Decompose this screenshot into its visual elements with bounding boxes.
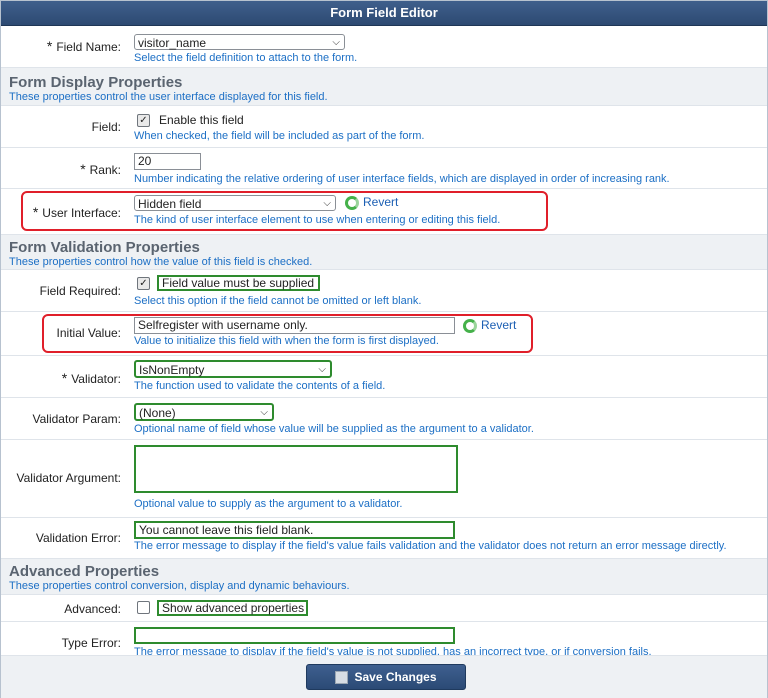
display-section: Form Display Properties These properties… (1, 68, 767, 106)
enable-field-checkbox[interactable]: ✓ (137, 114, 150, 127)
field-name-label: Field Name: (56, 40, 121, 54)
field-row: Field: ✓ Enable this field When checked,… (1, 106, 767, 148)
field-required-row: Field Required: ✓ Field value must be su… (1, 270, 767, 312)
type-error-label: Type Error: (61, 636, 121, 650)
validation-section-title: Form Validation Properties (9, 239, 200, 256)
advanced-section-desc: These properties control conversion, dis… (9, 580, 350, 592)
required-star: * (61, 370, 68, 386)
field-required-checkbox-label: Field value must be supplied (157, 275, 320, 291)
initial-value-help: Value to initialize this field with when… (134, 335, 439, 347)
revert-icon (463, 318, 477, 333)
advanced-section-title: Advanced Properties (9, 563, 160, 580)
save-changes-button[interactable]: Save Changes (306, 664, 466, 690)
advanced-section: Advanced Properties These properties con… (1, 559, 767, 595)
advanced-checkbox-label: Show advanced properties (157, 600, 308, 616)
validation-error-label: Validation Error: (35, 531, 121, 545)
field-name-help: Select the field definition to attach to… (134, 52, 358, 64)
validator-param-row: Validator Param: (None) ⌵ Optional name o… (1, 398, 767, 440)
form-field-editor: Form Field Editor * Field Name: visitor_n… (0, 0, 768, 698)
initial-value-input[interactable]: Selfregister with username only. (134, 317, 455, 334)
rank-input[interactable]: 20 (134, 153, 201, 170)
footer: Save Changes (1, 655, 767, 698)
field-required-label: Field Required: (39, 284, 121, 298)
display-section-desc: These properties control the user interf… (9, 91, 328, 103)
validation-section-desc: These properties control how the value o… (9, 256, 313, 268)
field-name-row: * Field Name: visitor_name ⌵ Select the fi… (1, 26, 767, 68)
initial-value-row: Initial Value: Selfregister with usernam… (1, 312, 767, 356)
chevron-down-icon: ⌵ (323, 198, 331, 209)
display-section-title: Form Display Properties (9, 74, 183, 91)
save-icon (335, 671, 349, 685)
user-interface-help: The kind of user interface element to us… (134, 214, 501, 226)
user-interface-revert-button[interactable]: Revert (345, 195, 398, 210)
validator-param-help: Optional name of field whose value will … (134, 423, 534, 435)
validator-argument-row: Validator Argument: Optional value to su… (1, 440, 767, 518)
type-error-input[interactable] (134, 627, 455, 644)
enable-field-label: Enable this field (159, 113, 244, 127)
validation-error-row: Validation Error: You cannot leave this … (1, 518, 767, 559)
validator-argument-textarea[interactable] (134, 445, 458, 493)
chevron-down-icon: ⌵ (318, 364, 326, 375)
advanced-label: Advanced: (64, 602, 121, 616)
initial-value-revert-button[interactable]: Revert (463, 318, 516, 333)
validator-param-label: Validator Param: (32, 412, 121, 426)
initial-value-label: Initial Value: (56, 326, 121, 340)
chevron-down-icon: ⌵ (332, 37, 340, 48)
validator-label: Validator: (71, 372, 121, 386)
user-interface-select[interactable]: Hidden field ⌵ (134, 195, 336, 211)
advanced-row: Advanced: Show advanced properties (1, 595, 767, 622)
field-help: When checked, the field will be included… (134, 130, 425, 142)
field-required-help: Select this option if the field cannot b… (134, 295, 422, 307)
field-name-select[interactable]: visitor_name ⌵ (134, 34, 345, 50)
advanced-checkbox[interactable] (137, 601, 150, 614)
validation-section: Form Validation Properties These propert… (1, 235, 767, 270)
rank-help: Number indicating the relative ordering … (134, 173, 670, 185)
chevron-down-icon: ⌵ (260, 407, 268, 418)
field-required-checkbox[interactable]: ✓ (137, 277, 150, 290)
rank-row: * Rank: 20 Number indicating the relative… (1, 148, 767, 189)
validator-argument-label: Validator Argument: (16, 471, 121, 485)
user-interface-label: User Interface: (42, 206, 121, 220)
user-interface-row: * User Interface: Hidden field ⌵ Revert Th… (1, 189, 767, 235)
required-star: * (46, 38, 53, 54)
validator-argument-help: Optional value to supply as the argument… (134, 498, 403, 510)
validator-row: * Validator: IsNonEmpty ⌵ The function use… (1, 356, 767, 398)
field-label: Field: (91, 120, 121, 134)
validator-select[interactable]: IsNonEmpty ⌵ (134, 360, 332, 378)
editor-title: Form Field Editor (1, 1, 767, 26)
revert-icon (345, 195, 359, 210)
validation-error-input[interactable]: You cannot leave this field blank. (134, 521, 455, 539)
validation-error-help: The error message to display if the fiel… (134, 540, 727, 552)
validator-help: The function used to validate the conten… (134, 380, 386, 392)
validator-param-select[interactable]: (None) ⌵ (134, 403, 274, 421)
rank-label: Rank: (89, 163, 121, 177)
required-star: * (32, 204, 39, 220)
required-star: * (80, 161, 86, 177)
